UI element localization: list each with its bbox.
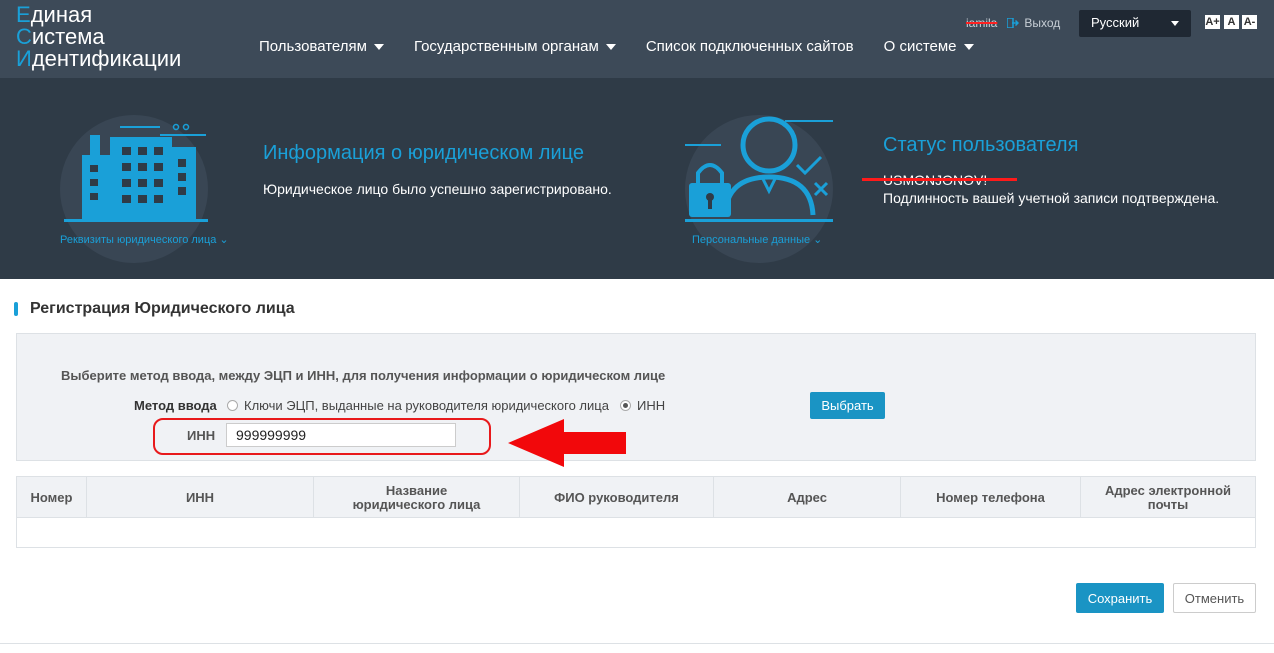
hero-panel: Реквизиты юридического лица ⌄ Информация… [0, 78, 1274, 279]
cancel-button[interactable]: Отменить [1173, 583, 1256, 613]
col-email[interactable]: Адрес электронной почты [1081, 477, 1255, 518]
caret-down-icon [963, 43, 974, 50]
radio-inn[interactable] [620, 400, 631, 411]
main-nav: Пользователям Государственным органам Сп… [259, 38, 1004, 55]
save-button[interactable]: Сохранить [1076, 583, 1164, 613]
nav-connected-sites[interactable]: Список подключенных сайтов [646, 38, 854, 55]
nav-users[interactable]: Пользователям [259, 38, 384, 55]
personal-data-link[interactable]: Персональные данные ⌄ [692, 233, 822, 246]
user-box: iamila Выход [966, 16, 1060, 30]
font-increase-button[interactable]: A+ [1205, 15, 1220, 29]
results-table: Номер ИНН Название юридического лица ФИО… [16, 476, 1256, 548]
chevron-down-icon: ⌄ [810, 234, 823, 246]
form-hint: Выберите метод ввода, между ЭЦП и ИНН, д… [61, 368, 666, 383]
col-phone[interactable]: Номер телефона [901, 477, 1081, 518]
logout-icon [1006, 17, 1020, 29]
footer-divider [0, 643, 1274, 644]
caret-down-icon [373, 43, 384, 50]
font-decrease-button[interactable]: A- [1242, 15, 1257, 29]
caret-down-icon [605, 43, 616, 50]
font-normal-button[interactable]: A [1224, 15, 1239, 29]
page-title: Регистрация Юридического лица [14, 300, 295, 318]
radio-eds[interactable] [227, 400, 238, 411]
radio-inn-label[interactable]: ИНН [637, 398, 665, 413]
org-info-text: Юридическое лицо было успешно зарегистри… [263, 181, 612, 197]
arrow-left-icon [508, 419, 626, 467]
select-method-button[interactable]: Выбрать [810, 392, 885, 419]
caret-down-icon [1171, 21, 1179, 26]
user-status-text: Подлинность вашей учетной записи подтвер… [883, 190, 1220, 206]
method-label: Метод ввода [134, 398, 217, 413]
title-accent-bar [14, 302, 18, 316]
col-company-name[interactable]: Название юридического лица [314, 477, 520, 518]
logo[interactable]: Единая Система Идентификации [16, 4, 181, 70]
col-address[interactable]: Адрес [714, 477, 901, 518]
org-details-link[interactable]: Реквизиты юридического лица ⌄ [60, 233, 229, 246]
table-header: Номер ИНН Название юридического лица ФИО… [17, 477, 1255, 518]
language-select[interactable]: Русский [1079, 10, 1191, 37]
col-number[interactable]: Номер [17, 477, 87, 518]
col-inn[interactable]: ИНН [87, 477, 314, 518]
radio-eds-label[interactable]: Ключи ЭЦП, выданные на руководителя юрид… [244, 398, 609, 413]
top-navbar: Единая Система Идентификации Пользовател… [0, 0, 1274, 78]
col-director[interactable]: ФИО руководителя [520, 477, 714, 518]
nav-about[interactable]: О системе [884, 38, 974, 55]
org-info-title: Информация о юридическом лице [263, 142, 584, 164]
highlight-oval [153, 418, 491, 455]
user-status-title: Статус пользователя [883, 134, 1079, 156]
chevron-down-icon: ⌄ [216, 234, 229, 246]
username[interactable]: iamila [966, 16, 997, 30]
redaction-line [862, 178, 1017, 181]
nav-government[interactable]: Государственным органам [414, 38, 616, 55]
logout-link[interactable]: Выход [1006, 16, 1060, 30]
